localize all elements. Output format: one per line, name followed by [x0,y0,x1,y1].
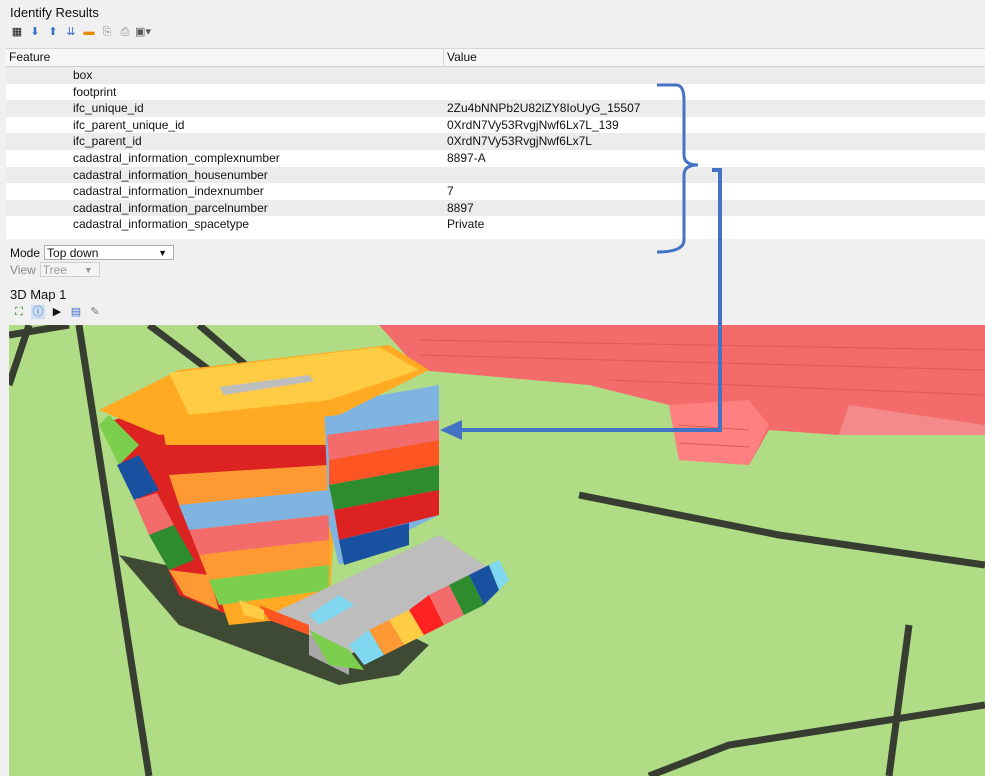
clear-results-icon[interactable]: ▬ [82,25,96,39]
view-label: View [10,262,36,277]
feature-header[interactable]: Feature [6,49,444,66]
table-row[interactable]: cadastral_information_parcelnumber 8897 [6,199,985,217]
value-cell: 2Zu4bNNPb2U82lZY8IoUyG_15507 [447,101,641,116]
identify-toolbar: ▦ ⬇ ⬆ ⇊ ▬ ⎘ ⎙ ▣▾ [10,23,151,41]
mode-value: Top down [47,246,99,260]
table-row[interactable]: footprint [6,84,985,101]
table-row[interactable]: ifc_parent_id 0XrdN7Vy53RvgjNwf6Lx7L [6,133,985,150]
value-cell: Private [447,217,485,232]
table-row[interactable]: cadastral_information_complexnumber 8897-… [6,150,985,167]
chevron-down-icon: ▼ [158,248,168,258]
value-cell [444,167,985,184]
identify-results-panel: Identify Results ▦ ⬇ ⬆ ⇊ ▬ ⎘ ⎙ ▣▾ Featur… [0,0,985,325]
value-cell [444,84,985,101]
table-row[interactable]: cadastral_information_spacetype Private [6,216,985,233]
mode-select[interactable]: Top down ▼ [44,245,175,260]
panel-title: Identify Results [10,5,99,20]
feature-cell: ifc_parent_id [73,134,142,149]
table-row[interactable]: cadastral_information_indexnumber 7 [6,183,985,200]
value-cell [444,67,985,84]
identify-icon[interactable]: ⓘ [31,305,45,319]
map-toolbar: ⛶ ⓘ ▶ ▤ ✎ [12,305,102,319]
feature-cell: cadastral_information_complexnumber [73,150,280,165]
camera-icon[interactable]: ⛶ [12,305,26,319]
feature-cell: box [73,68,93,82]
expand-tree-icon[interactable]: ▦ [10,25,24,39]
view-value: Tree [42,263,68,277]
3d-scene [9,325,985,776]
value-header[interactable]: Value [444,49,985,66]
chevron-down-icon: ▼ [83,265,93,275]
table-row[interactable]: box [6,67,985,84]
results-table: Feature Value box footprint ifc_unique_id 2… [6,48,985,239]
table-header: Feature Value [6,49,985,67]
print-icon[interactable]: ⎙ [118,25,132,39]
table-row[interactable]: ifc_parent_unique_id 0XrdN7Vy53RvgjNwf6Lx… [6,117,985,134]
expand-all-icon[interactable]: ⇊ [64,25,78,39]
mode-label: Mode [10,245,41,260]
table-row[interactable]: ifc_unique_id 2Zu4bNNPb2U82lZY8IoUyG_1550… [6,100,985,117]
feature-cell: footprint [73,84,117,99]
feature-cell: cadastral_information_indexnumber [73,184,264,199]
3d-map-canvas[interactable] [9,325,985,776]
measure-icon[interactable]: ✎ [88,305,102,319]
feature-cell: cadastral_information_housenumber [73,167,268,182]
value-cell: 0XrdN7Vy53RvgjNwf6Lx7L_139 [447,117,619,132]
value-cell: 8897 [447,200,474,215]
feature-cell: ifc_parent_unique_id [73,117,185,132]
feature-cell: ifc_unique_id [73,101,144,116]
copy-feature-icon[interactable]: ⎘ [100,25,114,39]
select-features-icon[interactable]: ▣▾ [135,25,151,39]
view-control: View Tree ▼ [10,262,100,277]
value-cell: 7 [447,184,454,199]
table-row[interactable]: cadastral_information_housenumber [6,166,985,184]
mode-control: Mode Top down ▼ [10,245,175,260]
expand-new-icon[interactable]: ⬆ [46,25,60,39]
play-icon[interactable]: ▶ [50,305,64,319]
export-icon[interactable]: ▤ [69,305,83,319]
value-cell: 0XrdN7Vy53RvgjNwf6Lx7L [447,134,592,149]
feature-cell: cadastral_information_spacetype [73,217,250,232]
view-select: Tree ▼ [39,262,100,277]
map-title: 3D Map 1 [10,287,67,302]
value-cell: 8897-A [447,150,486,165]
collapse-tree-icon[interactable]: ⬇ [28,25,42,39]
feature-cell: cadastral_information_parcelnumber [73,200,268,215]
